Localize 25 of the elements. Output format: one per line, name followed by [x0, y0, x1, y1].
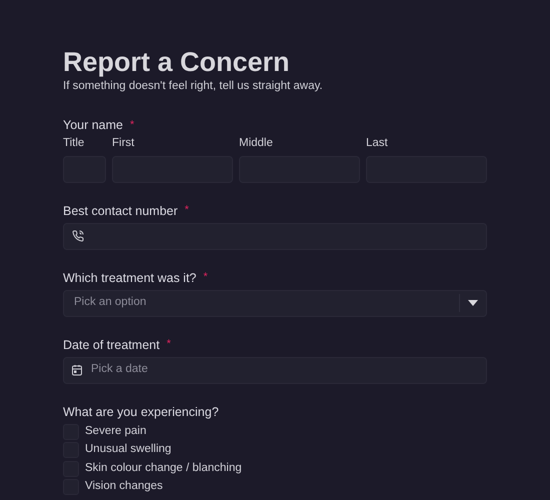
sub-label: Title — [63, 136, 86, 152]
sub-label: Middle — [239, 136, 274, 152]
phone-input[interactable] — [63, 222, 487, 250]
sub-label: First — [112, 136, 136, 152]
field-label: Date of treatment — [63, 336, 160, 352]
treatment-select[interactable]: Pick an option — [63, 290, 487, 316]
field-label: Which treatment was it? — [63, 270, 196, 286]
field-label: What are you experiencing? — [63, 404, 219, 420]
page-subtitle: If something doesn't feel right, tell us straight away. — [63, 79, 324, 94]
caret-icon — [468, 300, 478, 306]
field-label: Your name — [63, 117, 123, 134]
field-label: Best contact number — [63, 202, 178, 218]
calendar-icon — [71, 364, 83, 376]
option-label: Skin colour change / blanching — [85, 460, 242, 476]
page-title: Report a Concern — [63, 46, 291, 79]
option-label: Vision changes — [85, 479, 163, 494]
required-mark: * — [166, 339, 171, 350]
required-mark: * — [130, 120, 134, 131]
required-mark: * — [184, 205, 189, 216]
required-mark: * — [203, 272, 208, 283]
phone-icon — [72, 230, 84, 242]
option-label: Severe pain — [85, 424, 146, 439]
date-picker[interactable]: Pick a date — [63, 356, 487, 384]
sub-label: Last — [366, 136, 389, 152]
option-label: Unusual swelling — [85, 442, 172, 458]
